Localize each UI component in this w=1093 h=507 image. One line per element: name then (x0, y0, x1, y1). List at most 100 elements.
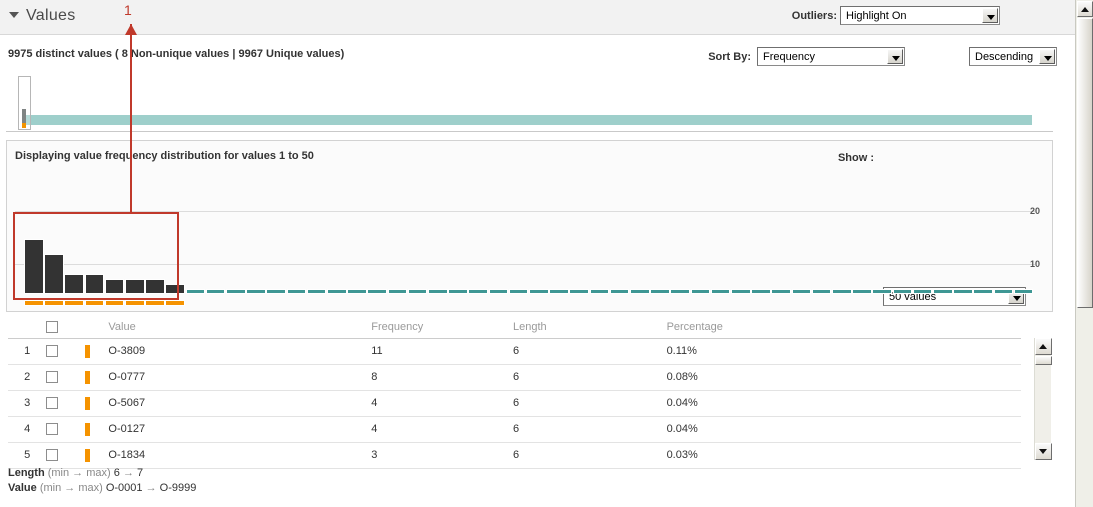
row-index: 4 (8, 416, 46, 442)
bar[interactable] (246, 289, 266, 294)
bar[interactable] (529, 289, 549, 294)
show-label: Show : (838, 152, 874, 164)
length-minmax: (min → max) (48, 467, 111, 479)
bar[interactable] (125, 279, 145, 294)
bar[interactable] (872, 289, 892, 294)
col-value[interactable]: Value (108, 316, 371, 338)
bar[interactable] (569, 289, 589, 294)
bar[interactable] (832, 289, 852, 294)
bar[interactable] (44, 254, 64, 294)
bar[interactable] (711, 289, 731, 294)
triangle-down-icon[interactable] (9, 12, 19, 18)
bar[interactable] (994, 289, 1014, 294)
row-checkbox[interactable] (46, 345, 58, 357)
overview-viewport-handle[interactable] (18, 76, 31, 130)
bar[interactable] (852, 289, 872, 294)
sort-direction-select-value: Descending (975, 51, 1033, 63)
row-checkbox-cell (46, 390, 84, 416)
col-percentage[interactable]: Percentage (667, 316, 1021, 338)
row-checkbox[interactable] (46, 449, 58, 461)
outliers-select[interactable]: Highlight On (840, 6, 1000, 25)
outlier-marker (145, 300, 165, 306)
scroll-up-icon[interactable] (1077, 1, 1093, 17)
sort-by-select[interactable]: Frequency (757, 47, 905, 66)
cell-value: O-1834 (108, 442, 371, 468)
col-length[interactable]: Length (513, 316, 667, 338)
bar[interactable] (206, 289, 226, 294)
bar[interactable] (670, 289, 690, 294)
bar[interactable] (468, 289, 488, 294)
bar[interactable] (307, 289, 327, 294)
bar[interactable] (691, 289, 711, 294)
row-checkbox[interactable] (46, 423, 58, 435)
annotation-arrow-icon (125, 24, 137, 35)
bar[interactable] (913, 289, 933, 294)
bar[interactable] (186, 289, 206, 294)
row-swatch-cell (85, 390, 109, 416)
row-checkbox[interactable] (46, 397, 58, 409)
bar[interactable] (549, 289, 569, 294)
bar[interactable] (792, 289, 812, 294)
bar[interactable] (347, 289, 367, 294)
bar[interactable] (812, 289, 832, 294)
bar[interactable] (973, 289, 993, 294)
bar[interactable] (165, 284, 185, 294)
bar[interactable] (226, 289, 246, 294)
bar[interactable] (327, 289, 347, 294)
bar[interactable] (408, 289, 428, 294)
page-scrollbar[interactable] (1075, 0, 1093, 507)
bar[interactable] (953, 289, 973, 294)
scroll-down-icon[interactable] (1035, 443, 1052, 460)
bar[interactable] (751, 289, 771, 294)
distribution-overview-strip[interactable] (6, 72, 1053, 132)
bar[interactable] (893, 289, 913, 294)
chevron-down-icon[interactable] (982, 8, 998, 23)
bar[interactable] (64, 274, 84, 294)
bar[interactable] (1014, 289, 1034, 294)
table-scrollbar-thumb[interactable] (1035, 356, 1052, 365)
bar[interactable] (85, 274, 105, 294)
row-index: 3 (8, 390, 46, 416)
sort-by-select-value: Frequency (763, 51, 815, 63)
chevron-down-icon[interactable] (887, 49, 903, 64)
bar[interactable] (650, 289, 670, 294)
scroll-up-icon[interactable] (1035, 338, 1052, 355)
bar[interactable] (448, 289, 468, 294)
range-summary: Length (min → max) 6 → 7 Value (min → ma… (8, 466, 196, 496)
bar[interactable] (771, 289, 791, 294)
bar[interactable] (428, 289, 448, 294)
bar[interactable] (590, 289, 610, 294)
length-max: 7 (137, 467, 143, 479)
value-max: O-9999 (160, 482, 197, 494)
table-scrollbar[interactable] (1034, 338, 1051, 460)
bar[interactable] (630, 289, 650, 294)
table-row[interactable]: 5O-1834360.03% (8, 442, 1021, 468)
value-label: Value (8, 482, 37, 494)
bar[interactable] (731, 289, 751, 294)
cell-percentage: 0.11% (667, 338, 1021, 364)
bar[interactable] (145, 279, 165, 294)
bar[interactable] (933, 289, 953, 294)
bar[interactable] (266, 289, 286, 294)
bar[interactable] (610, 289, 630, 294)
bar[interactable] (105, 279, 125, 294)
distinct-values-summary: 9975 distinct values ( 8 Non-unique valu… (8, 48, 344, 60)
outlier-swatch-icon (85, 423, 90, 436)
page-scrollbar-thumb[interactable] (1077, 18, 1093, 308)
bar[interactable] (367, 289, 387, 294)
table-row[interactable]: 2O-0777860.08% (8, 364, 1021, 390)
bar[interactable] (24, 239, 44, 294)
chevron-down-icon[interactable] (1039, 49, 1055, 64)
col-frequency[interactable]: Frequency (371, 316, 513, 338)
bar[interactable] (388, 289, 408, 294)
sort-direction-select[interactable]: Descending (969, 47, 1057, 66)
bar[interactable] (509, 289, 529, 294)
table-row[interactable]: 4O-0127460.04% (8, 416, 1021, 442)
select-all-checkbox[interactable] (46, 321, 58, 333)
bar[interactable] (287, 289, 307, 294)
values-table: Value Frequency Length Percentage 1O-380… (8, 316, 1021, 469)
table-row[interactable]: 1O-38091160.11% (8, 338, 1021, 364)
row-checkbox[interactable] (46, 371, 58, 383)
bar[interactable] (489, 289, 509, 294)
table-row[interactable]: 3O-5067460.04% (8, 390, 1021, 416)
